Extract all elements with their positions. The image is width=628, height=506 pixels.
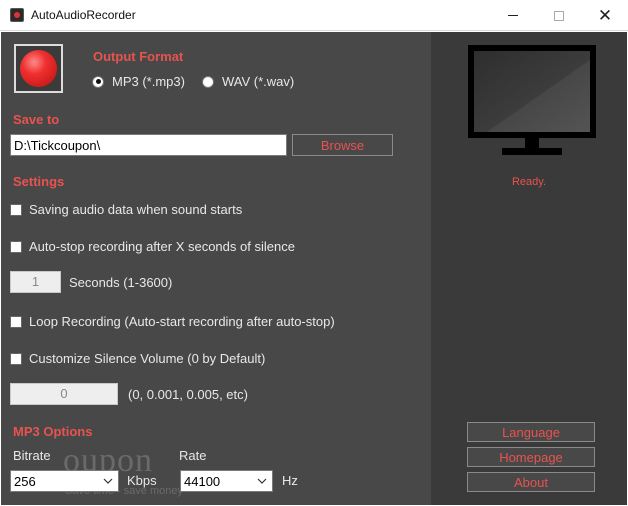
loop-recording-label: Loop Recording (Auto-start recording aft…: [29, 314, 335, 329]
chevron-down-icon: [257, 478, 267, 484]
minimize-button[interactable]: [490, 0, 536, 31]
record-icon: [20, 50, 57, 87]
seconds-label: Seconds (1-3600): [69, 275, 173, 290]
save-on-sound-checkbox[interactable]: Saving audio data when sound starts: [10, 202, 242, 217]
close-button[interactable]: ✕: [582, 0, 628, 31]
maximize-button[interactable]: [536, 0, 582, 31]
window-client: Output Format MP3 (*.mp3) WAV (*.wav) Sa…: [1, 32, 627, 505]
auto-stop-label: Auto-stop recording after X seconds of s…: [29, 239, 295, 254]
silence-volume-checkbox[interactable]: Customize Silence Volume (0 by Default): [10, 351, 265, 366]
left-panel: Output Format MP3 (*.mp3) WAV (*.wav) Sa…: [1, 32, 431, 505]
chevron-down-icon: [103, 478, 113, 484]
status-text: Ready.: [511, 176, 547, 188]
rate-select[interactable]: 44100: [180, 470, 273, 492]
volume-hint: (0, 0.001, 0.005, etc): [128, 387, 248, 402]
rate-label: Rate: [179, 448, 207, 463]
radio-wav-label: WAV (*.wav): [222, 74, 295, 89]
browse-button[interactable]: Browse: [292, 134, 393, 156]
radio-wav[interactable]: WAV (*.wav): [202, 74, 294, 89]
app-icon: [10, 8, 24, 22]
window-title: AutoAudioRecorder: [31, 8, 136, 22]
volume-input[interactable]: 0: [10, 383, 118, 405]
silence-volume-label: Customize Silence Volume (0 by Default): [29, 351, 266, 366]
save-on-sound-box[interactable]: [10, 203, 22, 216]
minimize-icon: [508, 15, 518, 16]
save-path-input[interactable]: [10, 134, 287, 156]
bitrate-label: Bitrate: [13, 448, 51, 463]
rate-unit: Hz: [282, 473, 298, 488]
silence-volume-box[interactable]: [10, 352, 22, 365]
rate-value: 44100: [184, 473, 221, 489]
monitor-icon: [468, 45, 596, 155]
radio-mp3-label: MP3 (*.mp3): [112, 74, 185, 89]
loop-recording-box[interactable]: [10, 315, 22, 328]
save-to-title: Save to: [13, 112, 60, 127]
auto-stop-checkbox[interactable]: Auto-stop recording after X seconds of s…: [10, 239, 295, 254]
auto-stop-box[interactable]: [10, 240, 22, 253]
bitrate-select[interactable]: 256: [10, 470, 119, 492]
homepage-button[interactable]: Homepage: [467, 447, 595, 467]
maximize-icon: [554, 10, 564, 21]
save-on-sound-label: Saving audio data when sound starts: [29, 202, 243, 217]
bitrate-unit: Kbps: [127, 473, 157, 488]
close-icon: ✕: [597, 5, 613, 25]
bitrate-value: 256: [14, 473, 36, 489]
radio-wav-indicator[interactable]: [202, 75, 214, 88]
seconds-input[interactable]: 1: [10, 271, 61, 293]
radio-mp3-indicator[interactable]: [92, 75, 104, 88]
about-button[interactable]: About: [467, 472, 595, 492]
title-bar: AutoAudioRecorder ✕: [0, 0, 628, 31]
language-button[interactable]: Language: [467, 422, 595, 442]
record-button[interactable]: [14, 44, 63, 93]
mp3-options-title: MP3 Options: [13, 424, 93, 439]
output-format-title: Output Format: [93, 49, 184, 64]
settings-title: Settings: [13, 174, 65, 189]
radio-mp3[interactable]: MP3 (*.mp3): [92, 74, 185, 89]
loop-recording-checkbox[interactable]: Loop Recording (Auto-start recording aft…: [10, 314, 335, 329]
